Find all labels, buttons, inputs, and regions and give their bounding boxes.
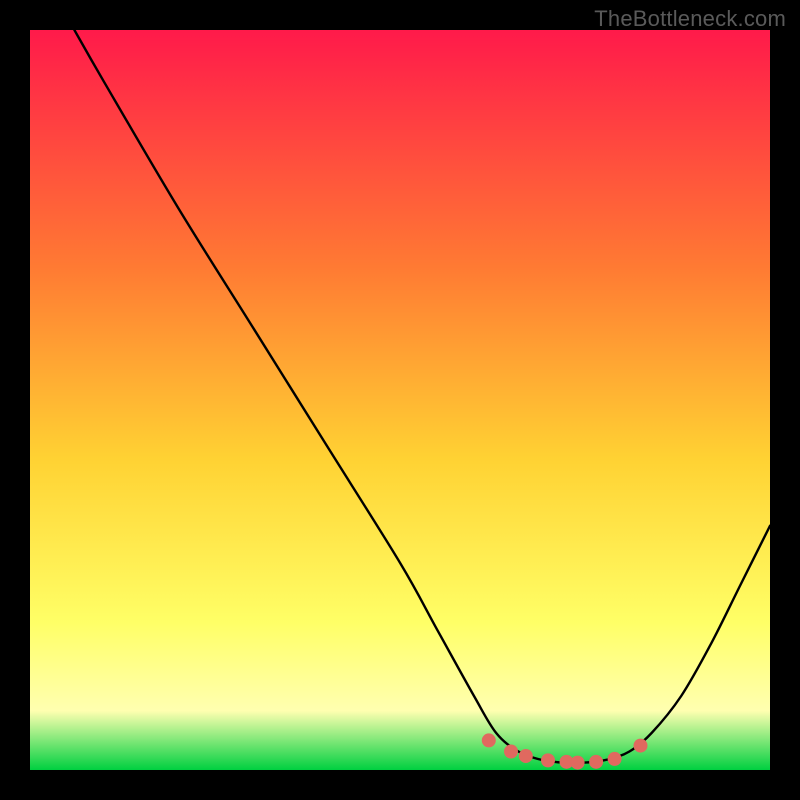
marker-dot <box>541 753 555 767</box>
plot-area <box>30 30 770 770</box>
gradient-background <box>30 30 770 770</box>
marker-dot <box>608 752 622 766</box>
watermark-text: TheBottleneck.com <box>594 6 786 32</box>
chart-svg <box>30 30 770 770</box>
marker-dot <box>504 745 518 759</box>
marker-dot <box>634 739 648 753</box>
chart-outer: TheBottleneck.com <box>0 0 800 800</box>
marker-dot <box>571 756 585 770</box>
marker-dot <box>519 749 533 763</box>
marker-dot <box>589 755 603 769</box>
marker-dot <box>482 733 496 747</box>
